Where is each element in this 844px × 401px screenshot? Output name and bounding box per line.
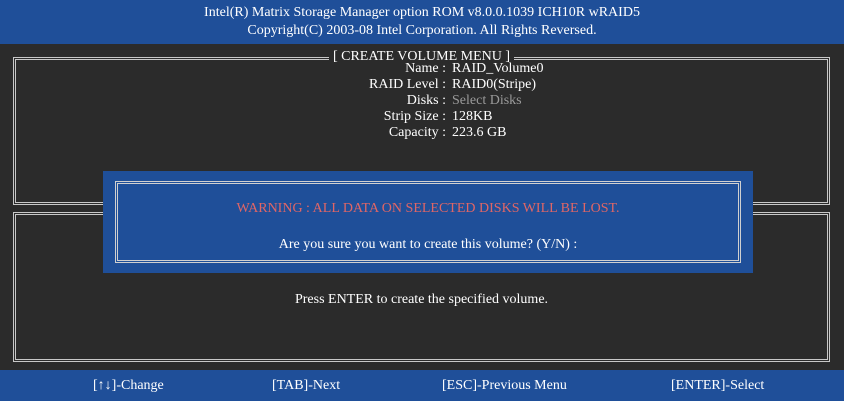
key-previous-menu: [ESC]-Previous Menu [442,378,567,393]
key-help-bar: [↑↓]-Change [TAB]-Next [ESC]-Previous Me… [0,370,844,401]
bios-header: Intel(R) Matrix Storage Manager option R… [0,0,844,44]
key-next: [TAB]-Next [272,378,341,393]
header-copyright: Copyright(C) 2003-08 Intel Corporation. … [247,23,597,38]
key-select: [ENTER]-Select [671,378,765,393]
field-value-capacity[interactable]: 223.6 GB [452,124,506,142]
confirm-dialog: WARNING : ALL DATA ON SELECTED DISKS WIL… [103,171,753,273]
key-change: [↑↓]-Change [93,378,164,393]
header-title: Intel(R) Matrix Storage Manager option R… [204,5,640,20]
help-text: Press ENTER to create the specified volu… [294,292,549,307]
warning-message: WARNING : ALL DATA ON SELECTED DISKS WIL… [236,201,620,216]
confirm-question[interactable]: Are you sure you want to create this vol… [118,237,738,253]
field-label: Capacity : [388,125,446,140]
confirm-dialog-frame: WARNING : ALL DATA ON SELECTED DISKS WIL… [115,181,741,263]
field-capacity[interactable]: Capacity : 223.6 GB [16,124,833,142]
